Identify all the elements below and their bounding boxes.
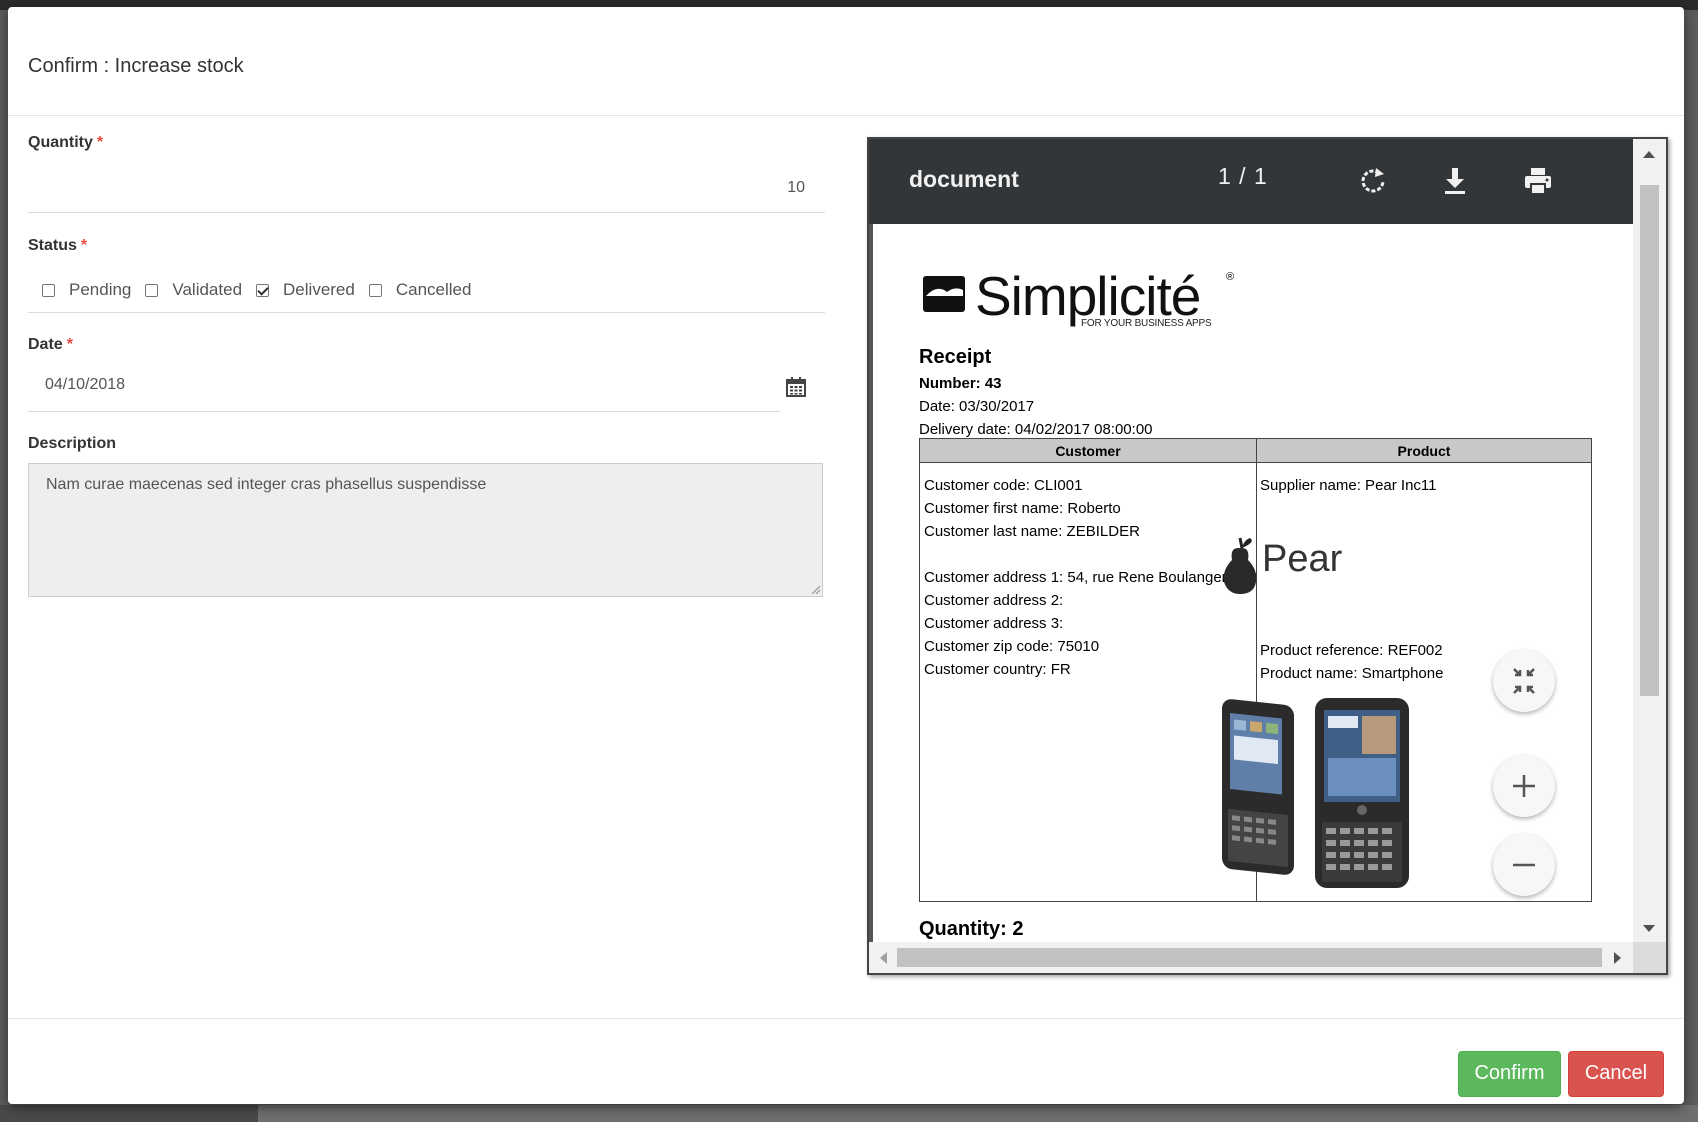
fit-page-icon — [1513, 668, 1535, 694]
pear-icon — [1223, 537, 1257, 594]
required-mark: * — [80, 237, 88, 254]
table-header-customer: Customer — [920, 439, 1256, 463]
checkbox-pending[interactable] — [42, 283, 55, 297]
date-input[interactable]: 04/10/2018 — [45, 376, 125, 394]
required-mark: * — [96, 134, 104, 151]
quantity-input[interactable]: 10 — [28, 179, 805, 197]
modal-title: Confirm : Increase stock — [28, 55, 244, 77]
status-option-delivered[interactable]: Delivered — [256, 280, 355, 300]
vertical-scrollbar[interactable] — [1633, 139, 1666, 942]
confirm-modal: Confirm : Increase stock Quantity * 10 St… — [8, 7, 1684, 1104]
print-icon[interactable] — [1522, 165, 1554, 197]
quantity-label-text: Quantity — [28, 134, 93, 151]
customer-line: Customer last name: ZEBILDER — [924, 523, 1140, 540]
description-label: Description — [28, 435, 117, 452]
quantity-label: Quantity * — [28, 134, 103, 152]
confirm-button[interactable]: Confirm — [1458, 1051, 1561, 1097]
receipt-number: Number: 43 — [919, 375, 1002, 392]
modal-header: Confirm : Increase stock — [8, 7, 1684, 116]
date-label-text: Date — [28, 336, 63, 353]
zoom-in-icon — [1513, 775, 1535, 797]
checkbox-delivered[interactable] — [256, 283, 270, 297]
pdf-toolbar: document 1 / 1 — [869, 139, 1633, 224]
scroll-down-icon[interactable] — [1643, 925, 1655, 932]
resize-grip-icon[interactable] — [812, 586, 820, 594]
zoom-out-icon — [1513, 863, 1535, 867]
smartphone-image — [1222, 698, 1409, 888]
customer-line: Customer code: CLI001 — [924, 477, 1083, 494]
product-reference: Product reference: REF002 — [1260, 642, 1443, 659]
status-option-pending[interactable]: Pending — [42, 280, 131, 300]
checkbox-validated[interactable] — [145, 283, 159, 297]
pdf-page: Simplicité ® FOR YOUR BUSINESS APPS Rece… — [873, 224, 1633, 942]
receipt-delivery-date: Delivery date: 04/02/2017 08:00:00 — [919, 421, 1153, 438]
vertical-scroll-thumb[interactable] — [1640, 185, 1659, 696]
status-label: Status * — [28, 237, 87, 255]
required-mark: * — [66, 336, 73, 353]
customer-line: Customer country: FR — [924, 661, 1071, 678]
scroll-up-icon[interactable] — [1643, 151, 1655, 158]
status-label-text: Status — [28, 237, 77, 254]
zoom-in-button[interactable] — [1493, 755, 1555, 817]
status-option-validated[interactable]: Validated — [145, 280, 242, 300]
quantity-underline — [28, 212, 825, 213]
fit-page-button[interactable] — [1493, 650, 1555, 712]
horizontal-scroll-thumb[interactable] — [897, 948, 1602, 967]
simplicite-logo-mark — [923, 276, 965, 312]
customer-line: Customer first name: Roberto — [924, 500, 1121, 517]
supplier-name: Supplier name: Pear Inc11 — [1260, 477, 1437, 494]
status-option-label: Delivered — [283, 280, 355, 299]
pdf-title: document — [909, 166, 1019, 192]
status-option-label: Cancelled — [395, 280, 472, 299]
logo-tagline: FOR YOUR BUSINESS APPS — [1081, 318, 1212, 329]
pear-logo-text: Pear — [1262, 538, 1343, 580]
scroll-left-icon[interactable] — [880, 952, 887, 964]
pear-logo: Pear — [1220, 530, 1350, 596]
scrollbar-corner — [1633, 942, 1666, 973]
date-underline — [28, 411, 780, 412]
quantity-line-partial: Quantity: 2 — [919, 918, 1024, 940]
pdf-viewer: document 1 / 1 Simplicité ® FOR YOUR BUS… — [867, 137, 1668, 975]
date-label: Date * — [28, 336, 73, 354]
zoom-out-button[interactable] — [1493, 834, 1555, 896]
receipt-date: Date: 03/30/2017 — [919, 398, 1035, 415]
customer-line: Customer zip code: 75010 — [924, 638, 1100, 655]
horizontal-scrollbar[interactable] — [869, 942, 1633, 973]
pdf-page-indicator: 1 / 1 — [1218, 163, 1268, 189]
customer-line: Customer address 2: — [924, 592, 1064, 609]
status-option-cancelled[interactable]: Cancelled — [368, 280, 472, 300]
cancel-button[interactable]: Cancel — [1568, 1051, 1664, 1097]
receipt-heading: Receipt — [919, 346, 992, 368]
customer-line: Customer address 1: 54, rue Rene Boulang… — [924, 569, 1227, 586]
rotate-icon[interactable] — [1357, 165, 1389, 197]
status-underline — [28, 312, 825, 313]
checkbox-cancelled[interactable] — [368, 283, 382, 297]
download-icon[interactable] — [1439, 165, 1471, 197]
logo-registered-mark: ® — [1226, 271, 1235, 283]
scroll-right-icon[interactable] — [1614, 952, 1621, 964]
status-option-label: Pending — [69, 280, 132, 299]
modal-footer: Confirm Cancel — [8, 1018, 1684, 1104]
calendar-icon[interactable] — [786, 377, 806, 397]
status-options: Pending Validated Delivered Cancelled — [42, 278, 485, 302]
description-textarea[interactable]: Nam curae maecenas sed integer cras phas… — [28, 463, 823, 597]
simplicite-logo: Simplicité ® FOR YOUR BUSINESS APPS — [923, 265, 1235, 330]
description-text: Nam curae maecenas sed integer cras phas… — [46, 476, 487, 493]
table-header-product: Product — [1257, 439, 1591, 463]
background-bottom — [0, 1105, 1698, 1122]
customer-line: Customer address 3: — [924, 615, 1064, 632]
status-option-label: Validated — [172, 280, 243, 299]
product-name: Product name: Smartphone — [1260, 665, 1444, 682]
